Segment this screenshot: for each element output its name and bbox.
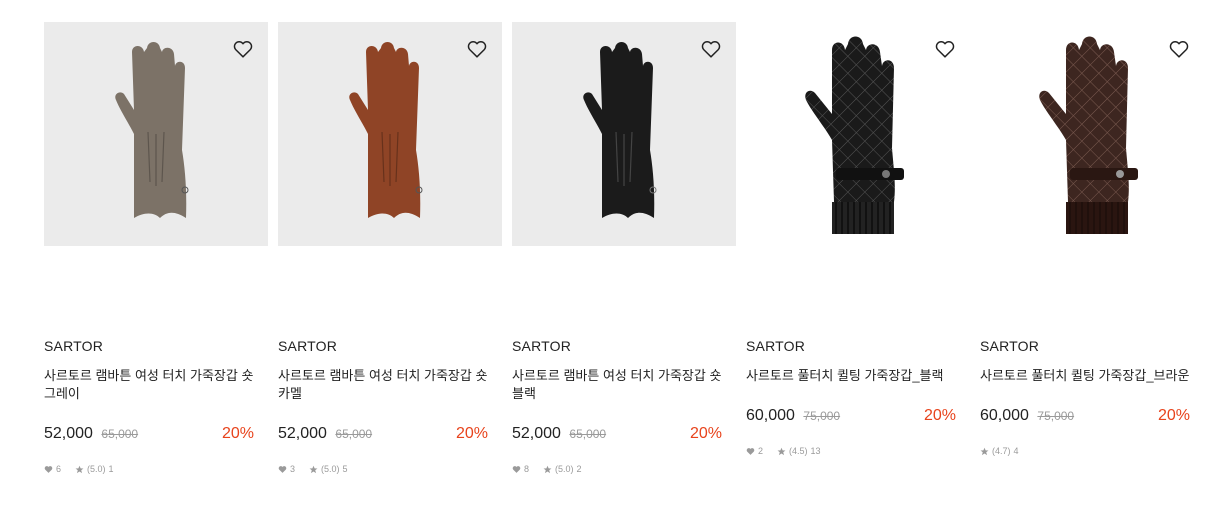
product-card[interactable]: SARTOR 사르토르 램바튼 여성 터치 가죽장갑 숏 블랙 52,000 6… bbox=[512, 22, 736, 502]
discount-rate: 20% bbox=[923, 407, 956, 424]
original-price: 65,000 bbox=[335, 427, 373, 441]
star-icon bbox=[980, 447, 989, 455]
product-card[interactable]: SARTOR 사르토르 풀터치 퀼팅 가죽장갑_블랙 60,000 75,000… bbox=[746, 22, 970, 502]
product-title[interactable]: 사르토르 램바튼 여성 터치 가죽장갑 숏 그레이 bbox=[44, 367, 260, 403]
product-stats: (4.7) 4 bbox=[980, 446, 1019, 456]
rating: (4.7) bbox=[992, 446, 1011, 456]
heart-icon bbox=[512, 465, 521, 473]
heart-icon bbox=[278, 465, 287, 473]
product-stats: 8 (5.0) 2 bbox=[512, 464, 582, 474]
original-price: 75,000 bbox=[803, 409, 841, 423]
sale-price: 60,000 bbox=[980, 407, 1029, 424]
discount-rate: 20% bbox=[221, 425, 254, 442]
star-icon bbox=[777, 447, 786, 455]
original-price: 75,000 bbox=[1037, 409, 1075, 423]
price-row: 52,000 65,000 20% bbox=[44, 425, 254, 447]
price-row: 52,000 65,000 20% bbox=[512, 425, 722, 447]
like-count: 8 bbox=[524, 464, 530, 474]
product-stats: 2 (4.5) 13 bbox=[746, 446, 821, 456]
heart-outline-icon[interactable] bbox=[700, 38, 722, 60]
rating: (5.0) bbox=[321, 464, 340, 474]
star-icon bbox=[309, 465, 318, 473]
product-brand[interactable]: SARTOR bbox=[980, 338, 1039, 354]
review-count: 1 bbox=[108, 464, 114, 474]
heart-outline-icon[interactable] bbox=[1168, 38, 1190, 60]
product-brand[interactable]: SARTOR bbox=[746, 338, 805, 354]
product-card[interactable]: SARTOR 사르토르 풀터치 퀼팅 가죽장갑_브라운 60,000 75,00… bbox=[980, 22, 1204, 502]
product-image[interactable] bbox=[980, 22, 1204, 246]
product-image[interactable] bbox=[512, 22, 736, 246]
discount-rate: 20% bbox=[689, 425, 722, 442]
product-title[interactable]: 사르토르 램바튼 여성 터치 가죽장갑 숏 블랙 bbox=[512, 367, 728, 403]
like-count: 2 bbox=[758, 446, 764, 456]
product-brand[interactable]: SARTOR bbox=[44, 338, 103, 354]
heart-outline-icon[interactable] bbox=[934, 38, 956, 60]
like-count: 3 bbox=[290, 464, 296, 474]
price-row: 52,000 65,000 20% bbox=[278, 425, 488, 447]
product-brand[interactable]: SARTOR bbox=[278, 338, 337, 354]
product-stats: 6 (5.0) 1 bbox=[44, 464, 114, 474]
product-title[interactable]: 사르토르 풀터치 퀼팅 가죽장갑_블랙 bbox=[746, 367, 962, 385]
price-row: 60,000 75,000 20% bbox=[980, 407, 1190, 429]
product-card[interactable]: SARTOR 사르토르 램바튼 여성 터치 가죽장갑 숏 그레이 52,000 … bbox=[44, 22, 268, 502]
product-grid: SARTOR 사르토르 램바튼 여성 터치 가죽장갑 숏 그레이 52,000 … bbox=[44, 22, 1204, 502]
heart-outline-icon[interactable] bbox=[232, 38, 254, 60]
review-count: 4 bbox=[1013, 446, 1019, 456]
discount-rate: 20% bbox=[1157, 407, 1190, 424]
product-card[interactable]: SARTOR 사르토르 램바튼 여성 터치 가죽장갑 숏 카멜 52,000 6… bbox=[278, 22, 502, 502]
sale-price: 52,000 bbox=[44, 425, 93, 442]
original-price: 65,000 bbox=[101, 427, 139, 441]
sale-price: 52,000 bbox=[278, 425, 327, 442]
heart-icon bbox=[746, 447, 755, 455]
product-image[interactable] bbox=[746, 22, 970, 246]
sale-price: 60,000 bbox=[746, 407, 795, 424]
heart-icon bbox=[44, 465, 53, 473]
product-brand[interactable]: SARTOR bbox=[512, 338, 571, 354]
product-image[interactable] bbox=[44, 22, 268, 246]
sale-price: 52,000 bbox=[512, 425, 561, 442]
product-title[interactable]: 사르토르 램바튼 여성 터치 가죽장갑 숏 카멜 bbox=[278, 367, 494, 403]
review-count: 5 bbox=[342, 464, 348, 474]
product-stats: 3 (5.0) 5 bbox=[278, 464, 348, 474]
original-price: 65,000 bbox=[569, 427, 607, 441]
product-title[interactable]: 사르토르 풀터치 퀼팅 가죽장갑_브라운 bbox=[980, 367, 1196, 385]
product-image[interactable] bbox=[278, 22, 502, 246]
rating: (5.0) bbox=[87, 464, 106, 474]
rating: (4.5) bbox=[789, 446, 808, 456]
review-count: 13 bbox=[810, 446, 821, 456]
heart-outline-icon[interactable] bbox=[466, 38, 488, 60]
price-row: 60,000 75,000 20% bbox=[746, 407, 956, 429]
discount-rate: 20% bbox=[455, 425, 488, 442]
rating: (5.0) bbox=[555, 464, 574, 474]
star-icon bbox=[543, 465, 552, 473]
review-count: 2 bbox=[576, 464, 582, 474]
star-icon bbox=[75, 465, 84, 473]
like-count: 6 bbox=[56, 464, 62, 474]
